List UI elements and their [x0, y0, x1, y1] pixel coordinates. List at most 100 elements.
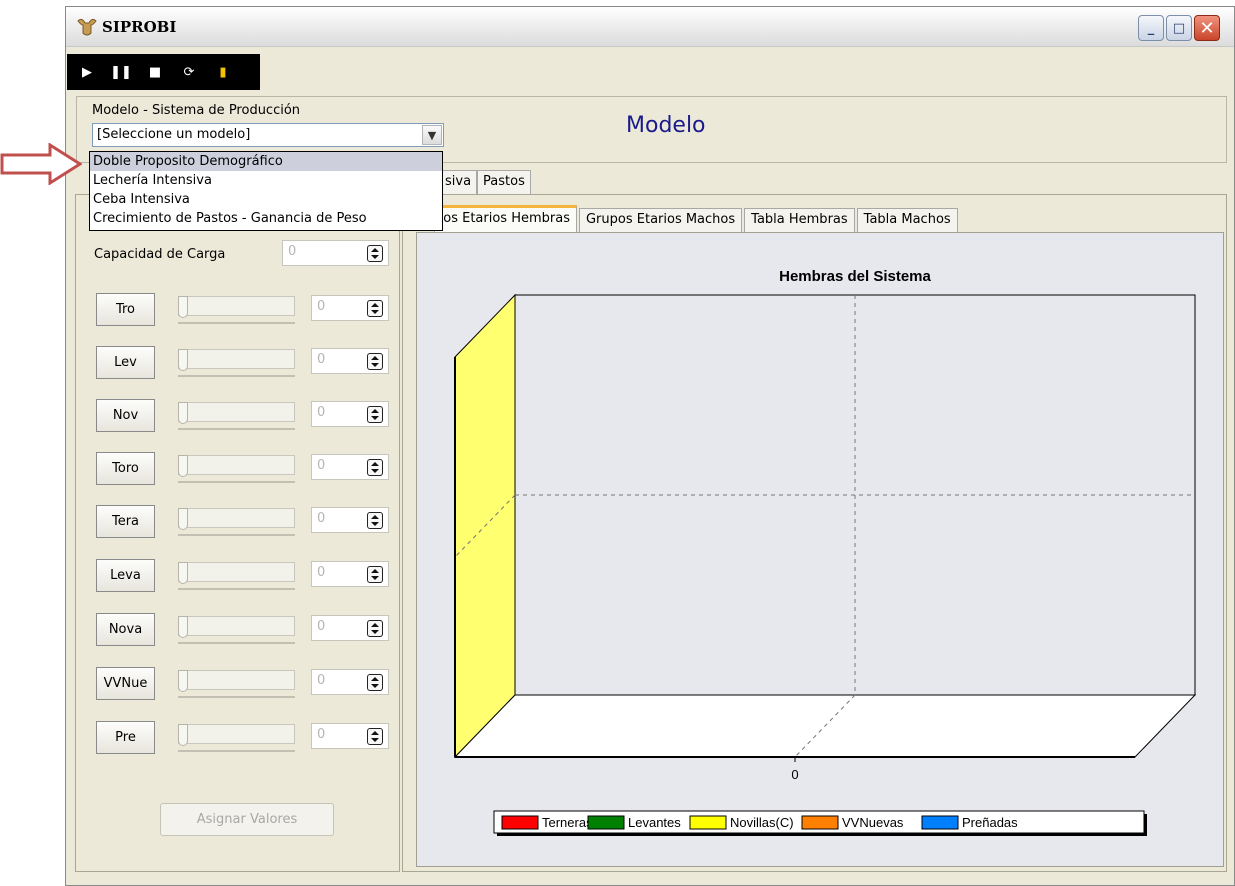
spinner-vvnue[interactable]: 0 [311, 669, 389, 695]
capacity-label: Capacidad de Carga [94, 247, 226, 262]
spinner-nova[interactable]: 0 [311, 615, 389, 641]
slider-thumb[interactable] [178, 724, 188, 746]
slider-thumb[interactable] [178, 402, 188, 424]
slider-thumb[interactable] [178, 562, 188, 584]
row-button-pre[interactable]: Pre [96, 721, 155, 754]
model-dropdown-list: Doble Proposito Demográfico Lechería Int… [89, 151, 443, 231]
slider-track[interactable] [178, 402, 295, 422]
slider-pre[interactable] [176, 721, 297, 754]
chart-legend-label: Terneras [542, 815, 593, 830]
minimize-button[interactable]: _ [1138, 15, 1164, 41]
slider-track[interactable] [178, 349, 295, 369]
spinner-value: 0 [317, 619, 326, 634]
close-button[interactable]: ✕ [1194, 15, 1220, 41]
tab-tabla-hembras[interactable]: Tabla Hembras [744, 208, 855, 232]
spinner-arrows-icon[interactable] [367, 566, 383, 583]
slider-lev[interactable] [176, 346, 297, 379]
slider-tera[interactable] [176, 505, 297, 538]
spinner-value: 0 [317, 727, 326, 742]
model-select[interactable]: [Seleccione un modelo] ▼ [92, 123, 444, 147]
row-button-lev[interactable]: Lev [96, 346, 155, 379]
row-button-nova[interactable]: Nova [96, 613, 155, 646]
model-option[interactable]: Doble Proposito Demográfico [90, 152, 442, 171]
spinner-arrows-icon[interactable] [367, 728, 383, 745]
slider-track[interactable] [178, 616, 295, 636]
spinner-arrows-icon[interactable] [367, 459, 383, 476]
stop-icon[interactable]: ■ [143, 60, 167, 84]
slider-tro[interactable] [176, 293, 297, 326]
slider-base-line [178, 588, 295, 590]
chart-legend-swatch [689, 815, 727, 830]
spinner-pre[interactable]: 0 [311, 723, 389, 749]
tab-tabla-machos[interactable]: Tabla Machos [856, 208, 958, 232]
tab-pastos[interactable]: Pastos [477, 170, 531, 194]
slider-thumb[interactable] [178, 616, 188, 638]
spinner-value: 0 [317, 511, 326, 526]
toolbar: ▶ ❚❚ ■ ⟳ ▮ [67, 54, 260, 90]
slider-base-line [178, 534, 295, 536]
slider-base-line [178, 375, 295, 377]
slider-nova[interactable] [176, 613, 297, 646]
spinner-arrows-icon[interactable] [367, 512, 383, 529]
slider-vvnue[interactable] [176, 667, 297, 700]
spinner-arrows-icon[interactable] [367, 353, 383, 370]
spinner-arrows-icon[interactable] [367, 406, 383, 423]
chart-legend-swatch [921, 815, 959, 830]
slider-track[interactable] [178, 562, 295, 582]
row-button-vvnue[interactable]: VVNue [96, 667, 155, 700]
chart-frame: Hembras del Sistema 0 Terneras Levantes Novi… [416, 232, 1224, 867]
chart-legend-swatch [501, 815, 539, 830]
slider-nov[interactable] [176, 399, 297, 432]
slider-thumb[interactable] [178, 455, 188, 477]
model-option[interactable]: Crecimiento de Pastos - Ganancia de Peso [90, 209, 442, 228]
spinner-value: 0 [317, 299, 326, 314]
spinner-tro[interactable]: 0 [311, 295, 389, 321]
row-button-leva[interactable]: Leva [96, 559, 155, 592]
spinner-arrows-icon[interactable] [367, 620, 383, 637]
slider-toro[interactable] [176, 452, 297, 485]
chart-legend-swatch [801, 815, 839, 830]
spinner-lev[interactable]: 0 [311, 348, 389, 374]
spinner-nov[interactable]: 0 [311, 401, 389, 427]
slider-base-line [178, 428, 295, 430]
slider-leva[interactable] [176, 559, 297, 592]
spinner-arrows-icon[interactable] [367, 300, 383, 317]
row-button-tera[interactable]: Tera [96, 505, 155, 538]
spinner-arrows-icon[interactable] [367, 674, 383, 691]
slider-thumb[interactable] [178, 670, 188, 692]
play-icon[interactable]: ▶ [75, 60, 99, 84]
reset-icon[interactable]: ⟳ [177, 60, 201, 84]
row-button-nov[interactable]: Nov [96, 399, 155, 432]
chevron-down-icon[interactable]: ▼ [422, 125, 442, 145]
title-bar[interactable]: SIPROBI _ □ ✕ [66, 7, 1234, 47]
spinner-toro[interactable]: 0 [311, 454, 389, 480]
slider-track[interactable] [178, 296, 295, 316]
pause-icon[interactable]: ❚❚ [109, 60, 133, 84]
slider-base-line [178, 481, 295, 483]
model-option[interactable]: Ceba Intensiva [90, 190, 442, 209]
slider-track[interactable] [178, 508, 295, 528]
tab-intensiva[interactable]: siva [440, 170, 478, 194]
chart-x-tick-label: 0 [791, 767, 798, 782]
capacity-spinner[interactable]: 0 [282, 240, 389, 266]
spinner-value: 0 [317, 352, 326, 367]
exit-door-icon[interactable]: ▮ [211, 60, 235, 84]
tab-grupos-etarios-machos[interactable]: Grupos Etarios Machos [578, 208, 743, 232]
slider-thumb[interactable] [178, 349, 188, 371]
slider-base-line [178, 750, 295, 752]
slider-track[interactable] [178, 724, 295, 744]
row-button-tro[interactable]: Tro [96, 293, 155, 326]
slider-track[interactable] [178, 455, 295, 475]
maximize-button[interactable]: □ [1166, 15, 1192, 41]
row-button-toro[interactable]: Toro [96, 452, 155, 485]
spinner-tera[interactable]: 0 [311, 507, 389, 533]
spinner-arrows-icon[interactable] [367, 245, 383, 262]
assign-values-button[interactable]: Asignar Valores [160, 803, 334, 836]
tab-grupos-etarios-hembras[interactable]: pos Etarios Hembras [434, 205, 577, 232]
slider-thumb[interactable] [178, 296, 188, 318]
spinner-leva[interactable]: 0 [311, 561, 389, 587]
slider-thumb[interactable] [178, 508, 188, 530]
slider-track[interactable] [178, 670, 295, 690]
model-option[interactable]: Lechería Intensiva [90, 171, 442, 190]
spinner-value: 0 [317, 673, 326, 688]
